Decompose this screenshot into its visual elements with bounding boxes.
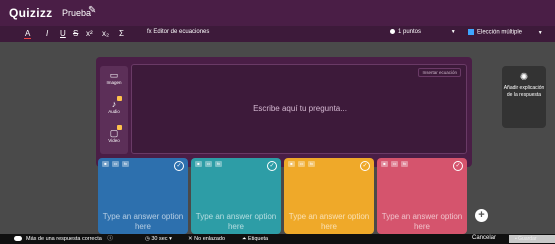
cancel-button[interactable]: Cancelar — [472, 235, 496, 241]
italic-button[interactable]: I — [46, 28, 48, 40]
answer-card[interactable]: ■ ▭ fx ✓ Type an answer option here — [191, 158, 281, 234]
subscript-button[interactable]: x₂ — [102, 28, 109, 40]
image-icon[interactable]: ▭ — [391, 161, 398, 167]
quiz-title[interactable]: Prueba — [62, 8, 91, 18]
answer-placeholder: Type an answer option here — [288, 212, 370, 231]
tag-button[interactable]: ⏶ Etiqueta — [242, 235, 268, 243]
media-video-button[interactable]: ▢ Video — [100, 125, 128, 143]
correct-check-icon[interactable]: ✓ — [267, 161, 277, 171]
explanation-label: Añadir explicación de la respuesta — [503, 85, 545, 98]
top-bar: Quizizz Prueba ✎ — [0, 0, 555, 26]
underline-button[interactable]: U — [60, 28, 66, 40]
answer-options: ■ ▭ fx ✓ Type an answer option here ■ ▭ fx ✓… — [96, 158, 472, 234]
media-column: ▭ Imagen ♪ Audio ▢ Video — [100, 66, 128, 154]
audio-icon: ♪ — [111, 99, 117, 109]
explanation-panel[interactable]: ✺ Añadir explicación de la respuesta — [502, 66, 546, 128]
answer-placeholder: Type an answer option here — [102, 212, 184, 231]
toggle-switch[interactable] — [14, 236, 22, 242]
time-dropdown[interactable]: ◷ 30 sec ▾ — [145, 235, 172, 243]
multi-correct-toggle[interactable]: Más de una respuesta correcta ⓘ — [14, 235, 113, 243]
bottom-bar: Más de una respuesta correcta ⓘ ◷ 30 sec… — [0, 234, 555, 244]
answer-card[interactable]: ■ ▭ fx ✓ Type an answer option here — [377, 158, 467, 234]
chevron-down-icon: ▼ — [450, 29, 456, 36]
image-icon: ▭ — [109, 70, 119, 80]
video-icon: ▢ — [109, 128, 119, 138]
answer-placeholder: Type an answer option here — [195, 212, 277, 231]
equation-icon[interactable]: fx — [215, 161, 222, 167]
image-icon[interactable]: ▭ — [112, 161, 119, 167]
superscript-button[interactable]: x² — [86, 28, 93, 40]
media-image-button[interactable]: ▭ Imagen — [100, 70, 128, 85]
points-dropdown[interactable]: 1 puntos ▼ — [390, 29, 456, 35]
image-icon[interactable]: ▭ — [205, 161, 212, 167]
symbol-button[interactable]: Σ — [119, 28, 124, 40]
badge — [117, 96, 122, 101]
pencil-icon[interactable]: ✎ — [88, 5, 96, 16]
save-button[interactable]: ▪ Guardar — [509, 235, 555, 243]
question-placeholder: Escribe aquí tu pregunta... — [253, 104, 347, 113]
answer-card[interactable]: ■ ▭ fx ✓ Type an answer option here — [98, 158, 188, 234]
image-icon[interactable]: ▭ — [298, 161, 305, 167]
correct-check-icon[interactable]: ✓ — [453, 161, 463, 171]
multiple-choice-icon — [468, 29, 474, 35]
question-type-dropdown[interactable]: Elección múltiple ▼ — [468, 29, 543, 36]
bulb-icon: ✺ — [519, 72, 529, 83]
media-audio-button[interactable]: ♪ Audio — [100, 96, 128, 114]
strikethrough-button[interactable]: S — [73, 28, 78, 40]
info-icon[interactable]: ⓘ — [107, 236, 113, 242]
equation-icon[interactable]: fx — [401, 161, 408, 167]
delete-icon[interactable]: ■ — [195, 161, 202, 167]
logo: Quizizz — [9, 6, 53, 20]
chevron-down-icon: ▼ — [537, 29, 543, 36]
link-button[interactable]: ✕ No enlazado — [188, 235, 225, 243]
plus-icon: + — [478, 209, 485, 221]
text-color-button[interactable]: A — [24, 28, 32, 40]
badge — [117, 125, 122, 130]
answer-card[interactable]: ■ ▭ fx ✓ Type an answer option here — [284, 158, 374, 234]
chevron-down-icon: ▾ — [167, 236, 172, 242]
format-toolbar: A I U S x² x₂ Σ fx Editor de ecuaciones … — [0, 26, 555, 42]
equation-editor-button[interactable]: fx Editor de ecuaciones — [147, 29, 209, 35]
correct-check-icon[interactable]: ✓ — [174, 161, 184, 171]
answer-placeholder: Type an answer option here — [381, 212, 463, 231]
correct-check-icon[interactable]: ✓ — [360, 161, 370, 171]
delete-icon[interactable]: ■ — [381, 161, 388, 167]
equation-icon[interactable]: fx — [308, 161, 315, 167]
delete-icon[interactable]: ■ — [102, 161, 109, 167]
insert-equation-button[interactable]: Insertar ecuación — [418, 68, 461, 77]
add-answer-button[interactable]: + — [475, 209, 488, 222]
points-icon — [390, 29, 395, 34]
equation-icon[interactable]: fx — [122, 161, 129, 167]
question-input[interactable]: Insertar ecuación Escribe aquí tu pregun… — [131, 64, 467, 154]
delete-icon[interactable]: ■ — [288, 161, 295, 167]
